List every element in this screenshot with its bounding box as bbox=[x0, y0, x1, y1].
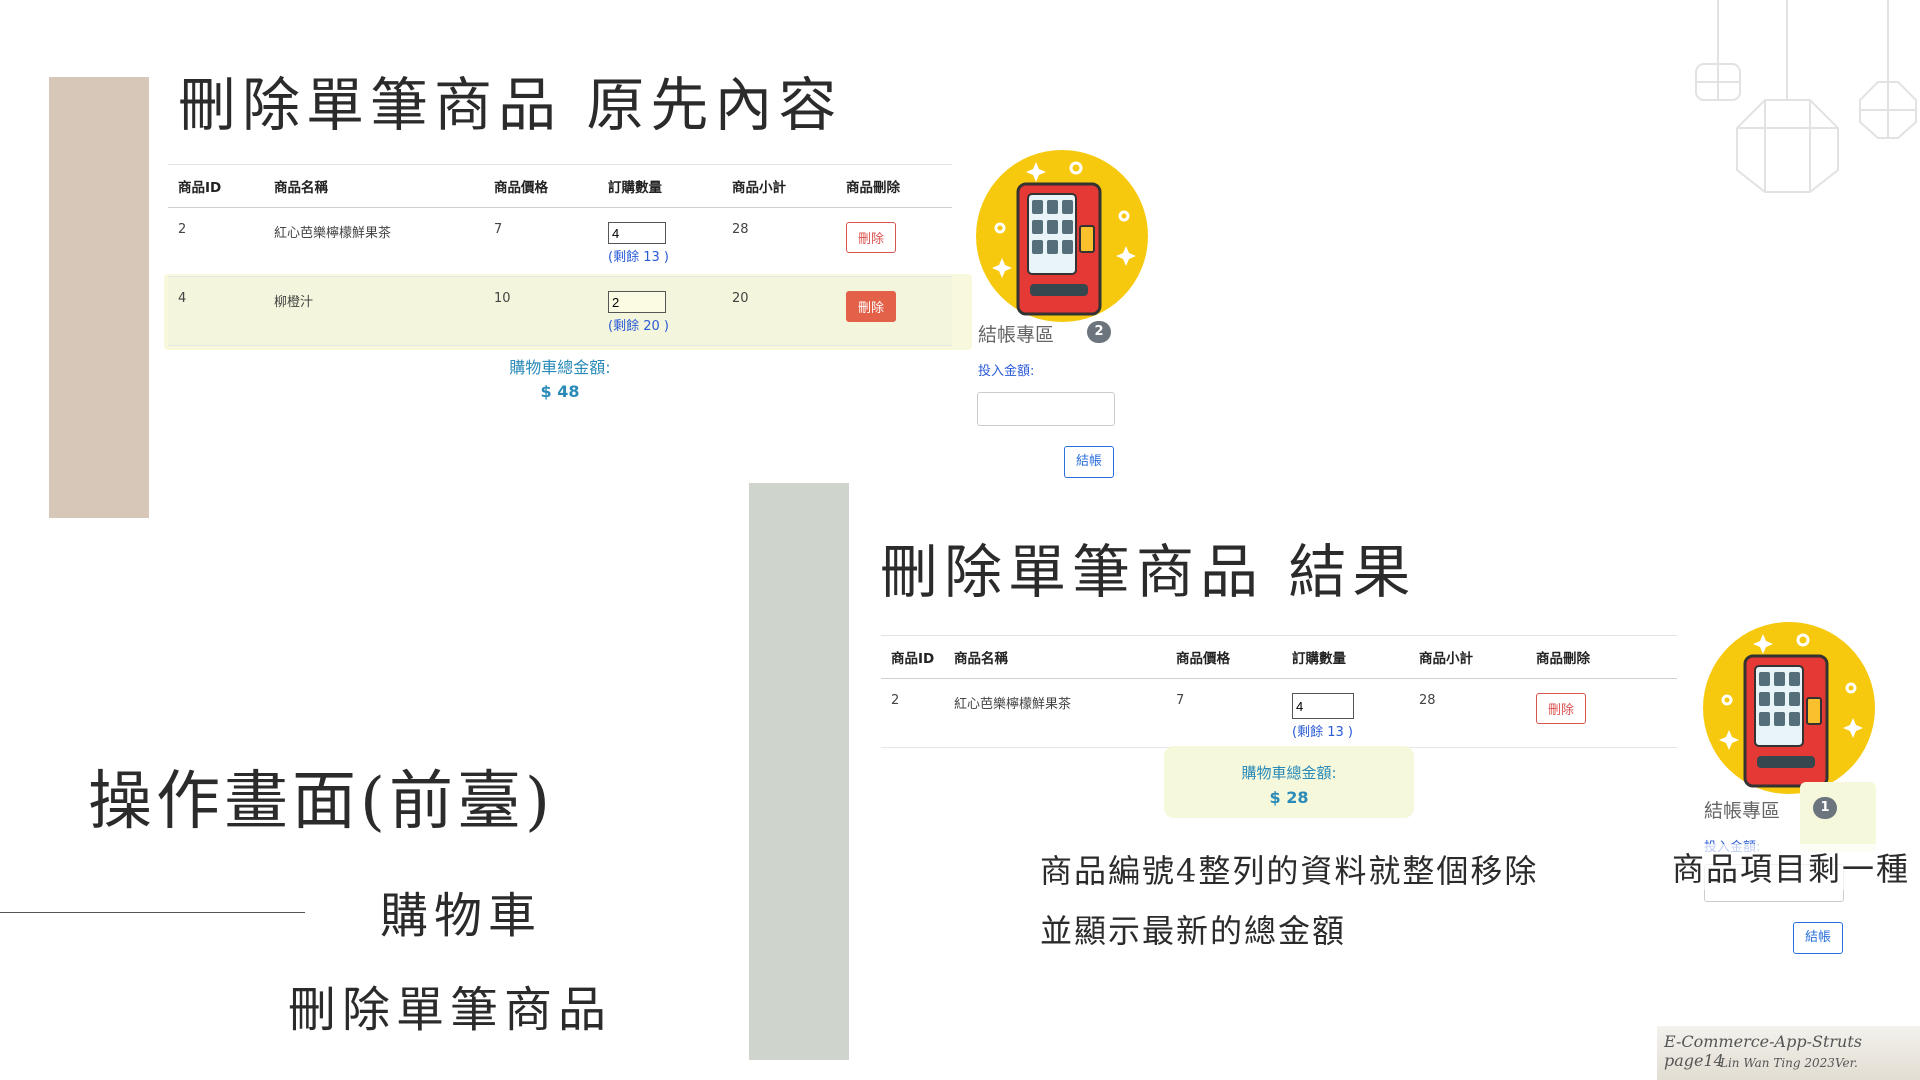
footer-author: Lin Wan Ting 2023Ver. bbox=[1720, 1056, 1858, 1070]
cell-id: 4 bbox=[168, 276, 264, 346]
pay-amount-input[interactable] bbox=[977, 392, 1115, 426]
cell-subtotal: 20 bbox=[722, 276, 836, 346]
cell-delete: 刪除 bbox=[1526, 678, 1677, 748]
checkout-button[interactable]: 結帳 bbox=[1064, 446, 1114, 478]
title-before: 刪除單筆商品 原先內容 bbox=[178, 71, 843, 139]
col-header-subtotal: 商品小計 bbox=[1409, 635, 1526, 679]
vending-machine-icon bbox=[1703, 622, 1875, 794]
checkout-title: 結帳專區 bbox=[1704, 800, 1781, 822]
title-after: 刪除單筆商品 結果 bbox=[880, 538, 1417, 606]
decor-bar-left bbox=[49, 77, 149, 518]
remaining-stock: (剩餘 20 ) bbox=[608, 319, 669, 334]
table-header-row: 商品ID 商品名稱 商品價格 訂購數量 商品小計 商品刪除 bbox=[168, 164, 952, 208]
delete-button[interactable]: 刪除 bbox=[846, 222, 897, 253]
cart-total-value: $ 48 bbox=[540, 382, 580, 401]
badge-highlight bbox=[1800, 782, 1876, 852]
cell-delete: 刪除 bbox=[836, 207, 952, 277]
main-title: 操作畫面(前臺) bbox=[88, 765, 554, 839]
col-header-subtotal: 商品小計 bbox=[722, 164, 836, 208]
cell-name: 柳橙汁 bbox=[264, 276, 484, 346]
subtitle-cart: 購物車 bbox=[380, 888, 543, 944]
subtitle-delete: 刪除單筆商品 bbox=[288, 982, 613, 1038]
table-row: 2 紅心芭樂檸檬鮮果茶 7 (剩餘 13 ) 28 刪除 bbox=[881, 678, 1677, 748]
cell-price: 7 bbox=[1166, 678, 1282, 748]
geometric-lantern-icon bbox=[1695, 0, 1917, 193]
cell-qty: (剩餘 13 ) bbox=[1282, 678, 1409, 748]
table-header-row: 商品ID 商品名稱 商品價格 訂購數量 商品小計 商品刪除 bbox=[881, 635, 1677, 679]
cart-count-badge: 2 bbox=[1087, 321, 1111, 343]
remaining-stock: (剩餘 13 ) bbox=[608, 250, 669, 265]
cell-id: 2 bbox=[881, 678, 944, 748]
cart-total-label: 購物車總金額: bbox=[1241, 764, 1337, 782]
cell-delete: 刪除 bbox=[836, 276, 952, 346]
col-header-id: 商品ID bbox=[168, 164, 264, 208]
cart-total-value: $ 28 bbox=[1269, 788, 1309, 807]
col-header-price: 商品價格 bbox=[1166, 635, 1282, 679]
note-line-2: 並顯示最新的總金額 bbox=[1040, 912, 1347, 950]
cell-qty: (剩餘 13 ) bbox=[598, 207, 722, 277]
cart-table-after: 商品ID 商品名稱 商品價格 訂購數量 商品小計 商品刪除 2 紅心芭樂檸檬鮮果… bbox=[881, 635, 1677, 748]
col-header-qty: 訂購數量 bbox=[598, 164, 722, 208]
col-header-name: 商品名稱 bbox=[944, 635, 1166, 679]
col-header-price: 商品價格 bbox=[484, 164, 598, 208]
pay-amount-label: 投入金額: bbox=[978, 364, 1035, 379]
cart-table-before: 商品ID 商品名稱 商品價格 訂購數量 商品小計 商品刪除 2 紅心芭樂檸檬鮮果… bbox=[168, 164, 952, 346]
cell-id: 2 bbox=[168, 207, 264, 277]
note-line-1: 商品編號4整列的資料就整個移除 bbox=[1040, 852, 1539, 890]
cart-total-label: 購物車總金額: bbox=[509, 358, 611, 377]
col-header-delete: 商品刪除 bbox=[836, 164, 952, 208]
checkout-button[interactable]: 結帳 bbox=[1793, 922, 1843, 954]
col-header-qty: 訂購數量 bbox=[1282, 635, 1409, 679]
cell-subtotal: 28 bbox=[1409, 678, 1526, 748]
quantity-input[interactable] bbox=[608, 222, 666, 244]
col-header-name: 商品名稱 bbox=[264, 164, 484, 208]
decor-bar-middle bbox=[749, 483, 849, 1060]
col-header-id: 商品ID bbox=[881, 635, 944, 679]
decor-rule bbox=[0, 912, 305, 913]
note-right: 商品項目剩一種 bbox=[1672, 844, 1911, 890]
quantity-input[interactable] bbox=[608, 291, 666, 313]
cell-name: 紅心芭樂檸檬鮮果茶 bbox=[264, 207, 484, 277]
quantity-input[interactable] bbox=[1292, 693, 1354, 719]
cell-price: 10 bbox=[484, 276, 598, 346]
vending-machine-icon bbox=[976, 150, 1148, 322]
cell-name: 紅心芭樂檸檬鮮果茶 bbox=[944, 678, 1166, 748]
cell-subtotal: 28 bbox=[722, 207, 836, 277]
table-row: 4 柳橙汁 10 (剩餘 20 ) 20 刪除 bbox=[168, 276, 952, 346]
delete-button[interactable]: 刪除 bbox=[846, 291, 897, 322]
cart-count-badge: 1 bbox=[1813, 797, 1837, 819]
col-header-delete: 商品刪除 bbox=[1526, 635, 1677, 679]
cell-price: 7 bbox=[484, 207, 598, 277]
cell-qty: (剩餘 20 ) bbox=[598, 276, 722, 346]
remaining-stock: (剩餘 13 ) bbox=[1292, 725, 1353, 740]
checkout-title: 結帳專區 bbox=[978, 324, 1055, 346]
delete-button[interactable]: 刪除 bbox=[1536, 693, 1587, 724]
table-row: 2 紅心芭樂檸檬鮮果茶 7 (剩餘 13 ) 28 刪除 bbox=[168, 207, 952, 277]
